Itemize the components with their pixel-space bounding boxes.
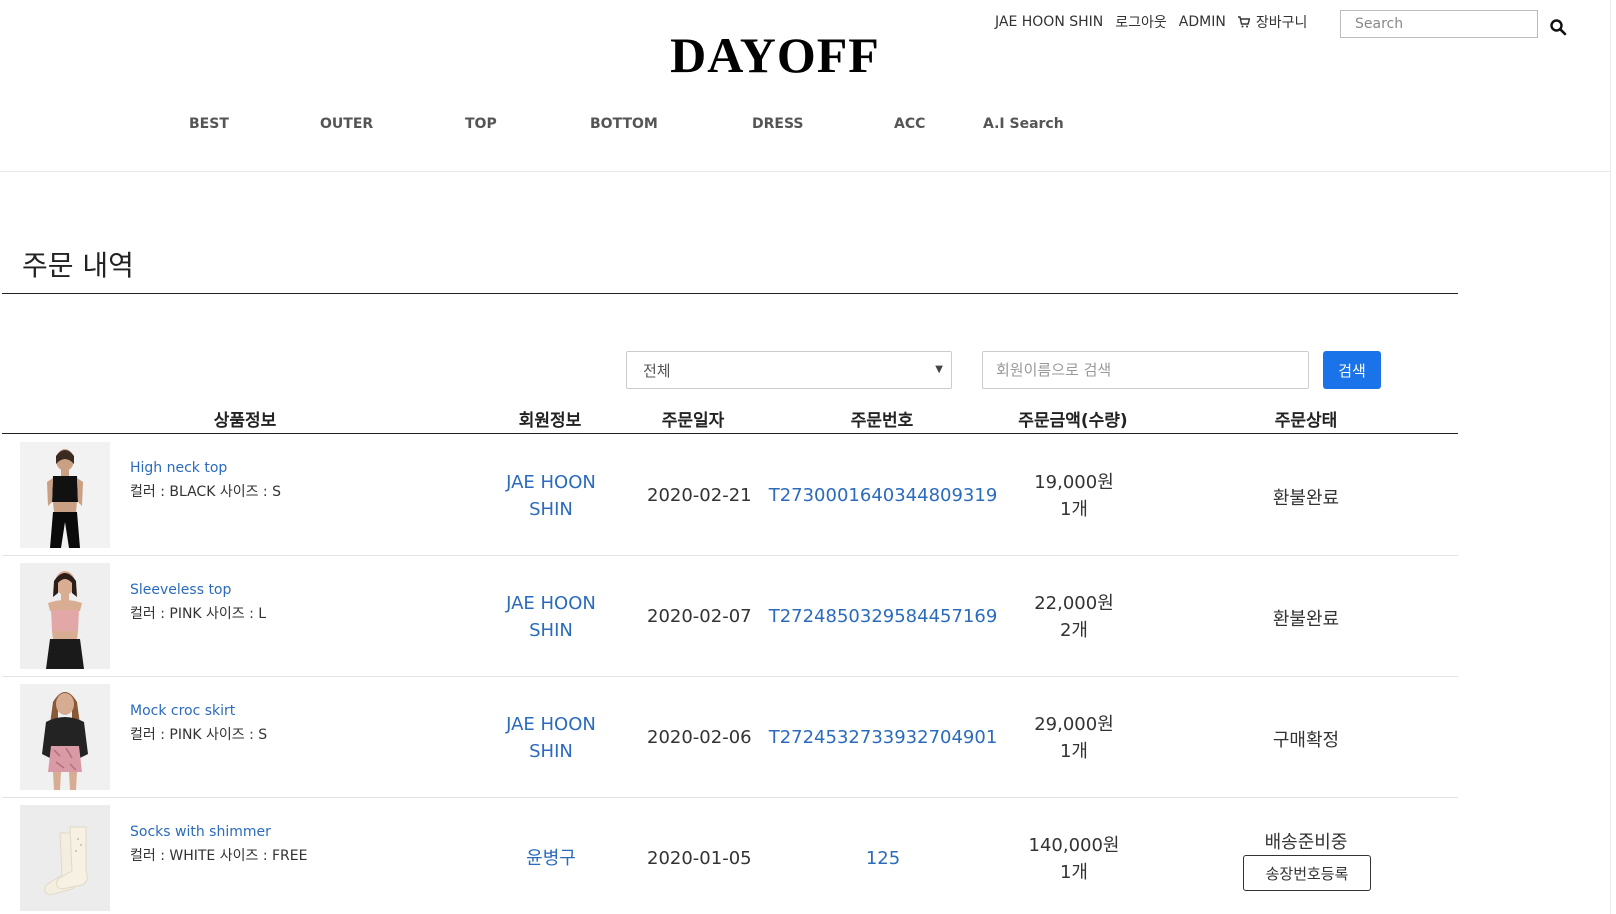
nav-bottom[interactable]: BOTTOM bbox=[590, 116, 658, 132]
search-icon[interactable] bbox=[1549, 18, 1567, 36]
amount-quantity: 2개 bbox=[1059, 620, 1088, 641]
header-product-info: 상품정보 bbox=[213, 411, 277, 431]
status-filter-value: 전체 bbox=[643, 361, 671, 380]
nav-top[interactable]: TOP bbox=[465, 116, 497, 132]
nav-ai-search[interactable]: A.I Search bbox=[983, 116, 1064, 132]
order-status: 환불완료 bbox=[1272, 609, 1340, 630]
table-header-divider bbox=[2, 433, 1458, 434]
nav-outer[interactable]: OUTER bbox=[320, 116, 373, 132]
model-pink-top-image bbox=[20, 563, 110, 669]
amount-price: 19,000원 bbox=[1034, 472, 1114, 493]
order-number-link[interactable]: T2724532733932704901 bbox=[769, 727, 998, 748]
header-order-date: 주문일자 bbox=[661, 411, 725, 431]
order-amount: 140,000원 1개 bbox=[994, 832, 1154, 886]
member-search-input[interactable] bbox=[982, 351, 1309, 389]
member-link[interactable]: 윤병구 bbox=[481, 845, 621, 872]
member-name-line2: SHIN bbox=[529, 499, 573, 520]
header-order-amount: 주문금액(수량) bbox=[1018, 411, 1128, 431]
header-order-status: 주문상태 bbox=[1274, 411, 1338, 431]
product-name-link[interactable]: Socks with shimmer bbox=[130, 824, 271, 840]
order-amount: 22,000원 2개 bbox=[994, 590, 1154, 644]
amount-quantity: 1개 bbox=[1059, 741, 1088, 762]
product-name-link[interactable]: Mock croc skirt bbox=[130, 703, 235, 719]
member-name-line1: JAE HOON bbox=[506, 472, 596, 493]
model-skirt-image bbox=[20, 684, 110, 790]
member-link[interactable]: JAE HOON SHIN bbox=[481, 711, 621, 765]
member-link[interactable]: JAE HOON SHIN bbox=[481, 469, 621, 523]
amount-price: 29,000원 bbox=[1034, 714, 1114, 735]
brand-logo[interactable]: DAYOFF bbox=[0, 26, 1550, 84]
search-button[interactable]: 검색 bbox=[1323, 351, 1381, 389]
product-options: 컬러 : WHITE 사이즈 : FREE bbox=[130, 848, 308, 864]
status-filter-select[interactable]: 전체 ▼ bbox=[626, 351, 952, 389]
order-date: 2020-02-07 bbox=[647, 606, 752, 627]
member-name-line1: JAE HOON bbox=[506, 593, 596, 614]
order-status: 환불완료 bbox=[1272, 488, 1340, 509]
row-divider bbox=[2, 797, 1458, 798]
product-name-link[interactable]: Sleeveless top bbox=[130, 582, 231, 598]
member-name-line2: SHIN bbox=[529, 741, 573, 762]
header-divider bbox=[0, 171, 1610, 172]
order-number-link[interactable]: T2724850329584457169 bbox=[769, 606, 998, 627]
page-title: 주문 내역 bbox=[22, 249, 134, 282]
product-image[interactable] bbox=[20, 805, 110, 911]
nav-acc[interactable]: ACC bbox=[894, 116, 925, 132]
row-divider bbox=[2, 555, 1458, 556]
order-date: 2020-02-06 bbox=[647, 727, 752, 748]
chevron-down-icon: ▼ bbox=[935, 364, 943, 375]
product-options: 컬러 : PINK 사이즈 : L bbox=[130, 606, 267, 622]
nav-best[interactable]: BEST bbox=[189, 116, 229, 132]
order-number-link[interactable]: T2730001640344809319 bbox=[769, 485, 998, 506]
amount-price: 22,000원 bbox=[1034, 593, 1114, 614]
header-order-number: 주문번호 bbox=[850, 411, 914, 431]
order-status: 배송준비중 bbox=[1264, 832, 1348, 853]
socks-image bbox=[20, 805, 110, 911]
product-name-link[interactable]: High neck top bbox=[130, 460, 227, 476]
amount-quantity: 1개 bbox=[1059, 499, 1088, 520]
order-status: 구매확정 bbox=[1272, 730, 1340, 751]
amount-quantity: 1개 bbox=[1059, 862, 1088, 883]
register-invoice-button[interactable]: 송장번호등록 bbox=[1243, 855, 1371, 891]
member-name-line1: 윤병구 bbox=[526, 848, 576, 869]
model-black-top-image bbox=[20, 442, 110, 548]
order-number-link[interactable]: 125 bbox=[866, 848, 900, 869]
row-divider bbox=[2, 676, 1458, 677]
header-member-info: 회원정보 bbox=[518, 411, 582, 431]
scrollbar-edge bbox=[1610, 0, 1611, 914]
member-name-line1: JAE HOON bbox=[506, 714, 596, 735]
order-amount: 29,000원 1개 bbox=[994, 711, 1154, 765]
nav-dress[interactable]: DRESS bbox=[752, 116, 804, 132]
order-amount: 19,000원 1개 bbox=[994, 469, 1154, 523]
member-name-line2: SHIN bbox=[529, 620, 573, 641]
product-image[interactable] bbox=[20, 684, 110, 790]
product-image[interactable] bbox=[20, 563, 110, 669]
member-link[interactable]: JAE HOON SHIN bbox=[481, 590, 621, 644]
product-image[interactable] bbox=[20, 442, 110, 548]
order-date: 2020-02-21 bbox=[647, 485, 752, 506]
order-date: 2020-01-05 bbox=[647, 848, 752, 869]
title-divider bbox=[2, 293, 1458, 294]
amount-price: 140,000원 bbox=[1028, 835, 1120, 856]
product-options: 컬러 : PINK 사이즈 : S bbox=[130, 727, 268, 743]
product-options: 컬러 : BLACK 사이즈 : S bbox=[130, 484, 281, 500]
